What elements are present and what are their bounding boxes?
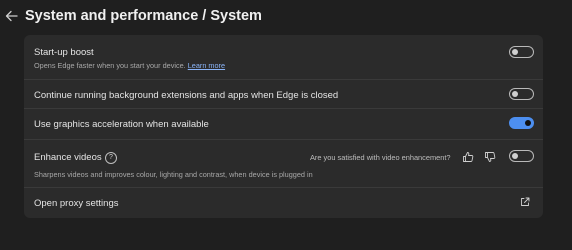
graphics-acceleration-label: Use graphics acceleration when available (34, 119, 209, 130)
divider (24, 108, 543, 109)
video-feedback-question: Are you satisfied with video enhancement… (310, 153, 451, 162)
settings-panel: Start-up boost Opens Edge faster when yo… (24, 35, 543, 218)
divider (24, 79, 543, 80)
thumbs-up-icon (463, 152, 474, 162)
arrow-left-icon (5, 10, 18, 22)
divider (24, 187, 543, 188)
thumbs-down-button[interactable] (484, 151, 496, 163)
startup-boost-description-text: Opens Edge faster when you start your de… (34, 61, 186, 70)
background-extensions-toggle[interactable] (509, 88, 534, 100)
enhance-videos-description: Sharpens videos and improves colour, lig… (34, 170, 313, 179)
open-proxy-settings-row[interactable]: Open proxy settings (24, 189, 543, 215)
divider (24, 139, 543, 140)
enhance-videos-toggle[interactable] (509, 150, 534, 162)
help-icon[interactable]: ? (105, 152, 117, 164)
back-button[interactable] (2, 6, 20, 26)
graphics-acceleration-toggle[interactable] (509, 117, 534, 129)
page-header: System and performance / System (0, 0, 572, 36)
thumbs-up-button[interactable] (462, 151, 474, 163)
startup-boost-description: Opens Edge faster when you start your de… (34, 61, 225, 70)
toggle-knob (512, 49, 518, 55)
external-link-icon[interactable] (520, 197, 530, 207)
startup-boost-label: Start-up boost (34, 47, 94, 58)
startup-boost-toggle[interactable] (509, 46, 534, 58)
toggle-knob (525, 120, 531, 126)
background-extensions-label: Continue running background extensions a… (34, 90, 339, 101)
toggle-knob (512, 91, 518, 97)
learn-more-link[interactable]: Learn more (188, 61, 225, 70)
page-title: System and performance / System (25, 8, 262, 24)
enhance-videos-label: Enhance videos (34, 152, 102, 163)
toggle-knob (512, 153, 518, 159)
proxy-settings-label: Open proxy settings (34, 198, 119, 209)
thumbs-down-icon (485, 152, 496, 162)
